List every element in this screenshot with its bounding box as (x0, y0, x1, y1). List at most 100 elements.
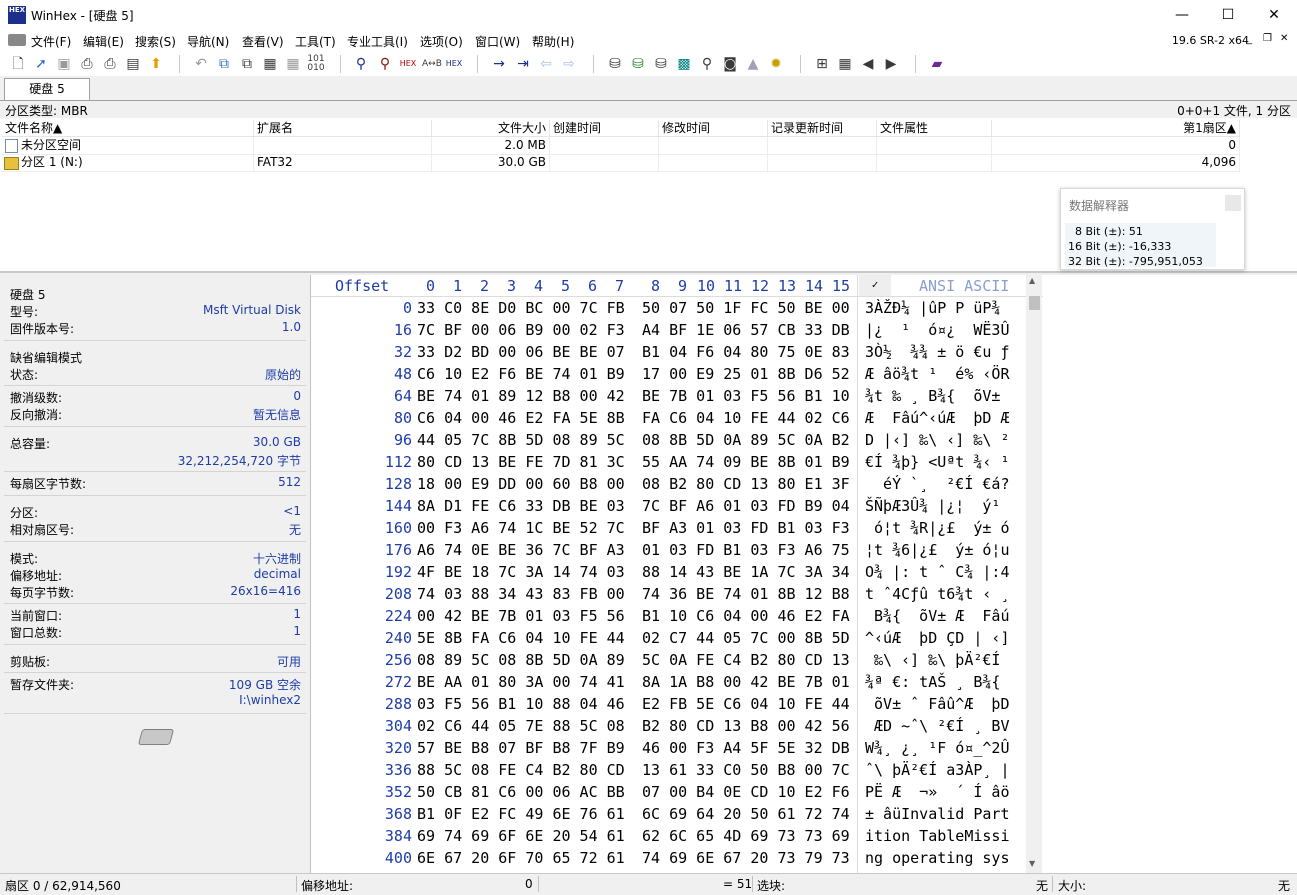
paste-special-icon[interactable]: ▦ (284, 55, 302, 73)
hex-bytes-group-1[interactable]: 03 F5 56 B1 10 88 04 46 (417, 695, 625, 713)
hex-bytes-group-2[interactable]: 6C 69 64 20 50 61 72 74 (642, 805, 850, 823)
hex-row[interactable]: 368 B1 0F E2 FC 49 6E 76 61 6C 69 64 20 50… (311, 803, 1043, 825)
hex-ascii[interactable]: ŠÑþÆ3Û¾ |¿¦ ý¹ (865, 497, 1010, 515)
disk-tools-icon[interactable]: ⛁ (652, 55, 670, 73)
scroll-up-icon[interactable]: ▲ (1029, 276, 1035, 285)
hex-row[interactable]: 336 88 5C 08 FE C4 B2 80 CD 13 61 33 C0 50… (311, 759, 1043, 781)
scrollbar-thumb[interactable] (1029, 296, 1040, 310)
hex-ascii[interactable]: éÝ `¸ ²€Í €á? (865, 475, 1009, 493)
hex-row[interactable]: 400 6E 67 20 6F 70 65 72 61 74 69 6E 67 20… (311, 847, 1043, 869)
hex-row[interactable]: 64 BE 74 01 89 12 B8 00 42 BE 7B 01 03 F5 … (311, 385, 1043, 407)
hex-ascii[interactable]: O¾ |: t ˆ C¾ |:4 (865, 563, 1010, 581)
hex-row[interactable]: 96 44 05 7C 8B 5D 08 89 5C 08 8B 5D 0A 89 … (311, 429, 1043, 451)
hex-bytes-group-1[interactable]: 33 D2 BD 00 06 BE BE 07 (417, 343, 625, 361)
data-interpreter-panel[interactable]: 数据解释器 8 Bit (±): 51 16 Bit (±): -16,333 … (1060, 188, 1245, 270)
hex-ascii[interactable]: ¾ª €: tAŠ ¸ B¾{ (865, 673, 1010, 691)
column-name[interactable]: 文件名称▲ (2, 120, 254, 136)
open-disk-icon[interactable]: ⛁ (606, 55, 624, 73)
column-size[interactable]: 文件大小 (432, 120, 550, 136)
tree-view-icon[interactable]: ⊞ (813, 55, 831, 73)
hex-ascii[interactable]: t ˆ4Cƒû t6¾t ‹ ¸ (865, 585, 1010, 603)
hex-bytes-group-2[interactable]: 17 00 E9 25 01 8B D6 52 (642, 365, 850, 383)
hex-ascii[interactable]: 3Ò½ ¾¾ ± ö €u ƒ (865, 343, 1010, 361)
hex-bytes-group-1[interactable]: 6E 67 20 6F 70 65 72 61 (417, 849, 625, 867)
menu-view[interactable]: 查看(V) (242, 33, 284, 50)
menu-edit[interactable]: 编辑(E) (83, 33, 124, 50)
hex-bytes-group-1[interactable]: C6 04 00 46 E2 FA 5E 8B (417, 409, 625, 427)
hex-row[interactable]: 144 8A D1 FE C6 33 DB BE 03 7C BF A6 01 03… (311, 495, 1043, 517)
hex-bytes-group-1[interactable]: 88 5C 08 FE C4 B2 80 CD (417, 761, 625, 779)
column-attributes[interactable]: 文件属性 (877, 120, 992, 136)
hex-bytes-group-1[interactable]: C6 10 E2 F6 BE 74 01 B9 (417, 365, 625, 383)
hex-bytes-group-1[interactable]: 50 CB 81 C6 00 06 AC BB (417, 783, 625, 801)
goto-offset-icon[interactable]: → (490, 55, 508, 73)
hex-row[interactable]: 288 03 F5 56 B1 10 88 04 46 E2 FB 5E C6 04… (311, 693, 1043, 715)
hex-row[interactable]: 176 A6 74 0E BE 36 7C BF A3 01 03 FD B1 03… (311, 539, 1043, 561)
find-icon[interactable]: ⚲ (352, 55, 370, 73)
hex-ascii[interactable]: ÆD ~ˆ\ ²€Í ¸ BV (865, 717, 1009, 735)
hex-bytes-group-2[interactable]: BF A3 01 03 FD B1 03 F3 (642, 519, 850, 537)
undo-icon[interactable]: ↶ (192, 55, 210, 73)
hex-ascii[interactable]: |¿ ¹ ó¤¿ WË3Û (865, 321, 1010, 339)
hex-bytes-group-2[interactable]: 62 6C 65 4D 69 73 73 69 (642, 827, 850, 845)
hex-ascii[interactable]: D |‹] ‰\ ‹] ‰\ ² (865, 431, 1010, 449)
hex-row[interactable]: 240 5E 8B FA C6 04 10 FE 44 02 C7 44 05 7C… (311, 627, 1043, 649)
menu-specialist-tools[interactable]: 专业工具(I) (347, 33, 408, 50)
hex-editor[interactable]: Offset 0 1 2 3 4 5 6 7 8 9 10 11 12 13 1… (310, 275, 1043, 873)
hex-bytes-group-1[interactable]: 4F BE 18 7C 3A 14 74 03 (417, 563, 625, 581)
hex-bytes-group-1[interactable]: BE 74 01 89 12 B8 00 42 (417, 387, 625, 405)
file-list-row[interactable]: 分区 1 (N:) FAT32 30.0 GB 4,096 (2, 154, 1240, 172)
hex-row[interactable]: 48 C6 10 E2 F6 BE 74 01 B9 17 00 E9 25 01 … (311, 363, 1043, 385)
hex-row[interactable]: 160 00 F3 A6 74 1C BE 52 7C BF A3 01 03 FD… (311, 517, 1043, 539)
hex-row[interactable]: 352 50 CB 81 C6 00 06 AC BB 07 00 B4 0E CD… (311, 781, 1043, 803)
menu-file[interactable]: 文件(F) (31, 33, 71, 50)
hex-bytes-group-1[interactable]: 00 42 BE 7B 01 03 F5 56 (417, 607, 625, 625)
menu-navigate[interactable]: 导航(N) (187, 33, 229, 50)
hex-row[interactable]: 192 4F BE 18 7C 3A 14 74 03 88 14 43 BE 1A… (311, 561, 1043, 583)
hex-row[interactable]: 112 80 CD 13 BE FE 7D 81 3C 55 AA 74 09 BE… (311, 451, 1043, 473)
hex-ascii[interactable]: ˆ\ þÄ²€Í a3ÀP¸ | (865, 761, 1010, 779)
hex-bytes-group-1[interactable]: 8A D1 FE C6 33 DB BE 03 (417, 497, 625, 515)
hex-ascii[interactable]: ó¦t ¾R|¿£ ý± ó (865, 519, 1009, 537)
hex-row[interactable]: 128 18 00 E9 DD 00 60 B8 00 08 B2 80 CD 13… (311, 473, 1043, 495)
hex-bytes-group-2[interactable]: 55 AA 74 09 BE 8B 01 B9 (642, 453, 850, 471)
disk-menu-icon[interactable] (8, 34, 26, 46)
new-file-icon[interactable]: 🗋 (9, 55, 27, 73)
hex-row[interactable]: 32 33 D2 BD 00 06 BE BE 07 B1 04 F6 04 80 … (311, 341, 1043, 363)
hex-bytes-group-2[interactable]: 5C 0A FE C4 B2 80 CD 13 (642, 651, 850, 669)
hex-ascii[interactable]: ng operating sys (865, 849, 1010, 867)
hex-bytes-group-1[interactable]: A6 74 0E BE 36 7C BF A3 (417, 541, 625, 559)
interpreter-close-button[interactable] (1225, 195, 1241, 211)
save-icon[interactable]: ▣ (55, 55, 73, 73)
mountain-icon[interactable]: ▲ (744, 55, 762, 73)
hex-row[interactable]: 224 00 42 BE 7B 01 03 F5 56 B1 10 C6 04 00… (311, 605, 1043, 627)
print-icon[interactable]: ⎙ (78, 55, 96, 73)
grid-view-icon[interactable]: ▦ (836, 55, 854, 73)
scroll-down-icon[interactable]: ▼ (1029, 859, 1035, 868)
export-icon[interactable]: ⬆ (147, 55, 165, 73)
maximize-button[interactable]: ☐ (1205, 0, 1251, 30)
checkmark-icon[interactable]: ✓ (859, 275, 891, 296)
clone-disk-icon[interactable]: ⛁ (629, 55, 647, 73)
open-file-icon[interactable]: ➚ (32, 55, 50, 73)
hex-bytes-group-1[interactable]: 69 74 69 6F 6E 20 54 61 (417, 827, 625, 845)
hex-row[interactable]: 0 33 C0 8E D0 BC 00 7C FB 50 07 50 1F FC 5… (311, 297, 1043, 319)
hex-row[interactable]: 256 08 89 5C 08 8B 5D 0A 89 5C 0A FE C4 B2… (311, 649, 1043, 671)
hex-bytes-group-1[interactable]: 80 CD 13 BE FE 7D 81 3C (417, 453, 625, 471)
hex-bytes-group-1[interactable]: 08 89 5C 08 8B 5D 0A 89 (417, 651, 625, 669)
hex-bytes-group-1[interactable]: 5E 8B FA C6 04 10 FE 44 (417, 629, 625, 647)
copy-icon[interactable]: ⧉ (215, 55, 233, 73)
hex-ascii[interactable]: ‰\ ‹] ‰\ þÄ²€Í (865, 651, 1010, 669)
hex-bytes-group-2[interactable]: 13 61 33 C0 50 B8 00 7C (642, 761, 850, 779)
hex-ascii[interactable]: Æ Fâú^‹úÆ þD Æ (865, 409, 1010, 427)
hex-bytes-group-2[interactable]: B2 80 CD 13 B8 00 42 56 (642, 717, 850, 735)
paste-icon[interactable]: ▦ (261, 55, 279, 73)
hex-bytes-group-2[interactable]: B1 04 F6 04 80 75 0E 83 (642, 343, 850, 361)
goto-sector-icon[interactable]: ⇥ (514, 55, 532, 73)
replace-text-icon[interactable]: A↔B (422, 55, 442, 73)
hex-ascii[interactable]: ition TableMissi (865, 827, 1010, 845)
column-created[interactable]: 创建时间 (550, 120, 659, 136)
hex-row[interactable]: 80 C6 04 00 46 E2 FA 5E 8B FA C6 04 10 FE … (311, 407, 1043, 429)
file-list-row[interactable]: 未分区空间 2.0 MB 0 (2, 137, 1240, 155)
print-preview-icon[interactable]: ⎙ (101, 55, 119, 73)
